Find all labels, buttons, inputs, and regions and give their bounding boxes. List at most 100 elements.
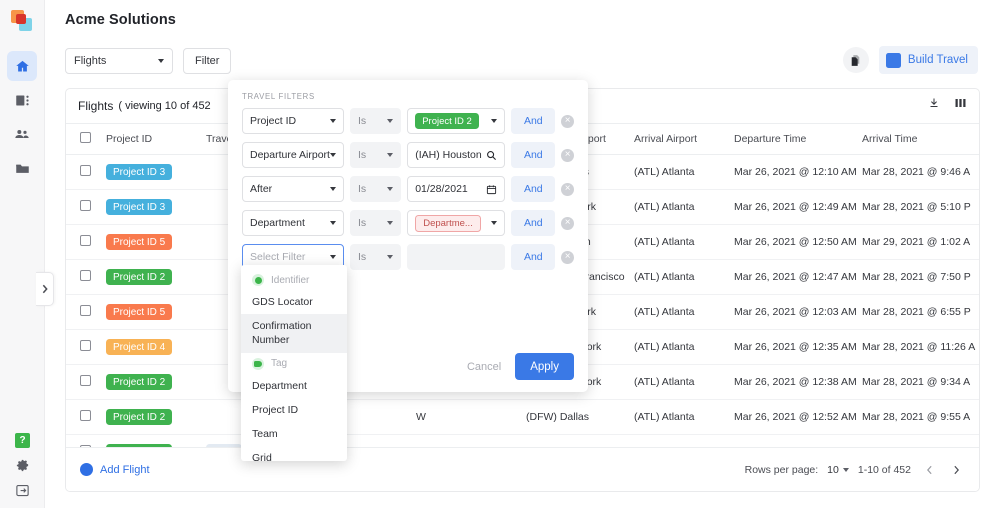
cell-arrival-airport: (ATL) Atlanta xyxy=(634,329,734,365)
filter-conjunction-button[interactable]: And xyxy=(511,176,556,202)
filter-option-item[interactable]: Department xyxy=(241,374,347,398)
row-select-cell xyxy=(66,154,106,190)
chevron-right-icon xyxy=(953,465,959,474)
card-header-actions xyxy=(928,97,967,109)
filter-row: Department Is Departme... And × xyxy=(242,210,574,236)
cell-project-id: Project ID 2 xyxy=(106,399,206,435)
filter-key-value: Select Filter xyxy=(250,251,306,263)
app-root: ? Acme Solutions Flights Filter + Build … xyxy=(0,0,1000,508)
sidebar-item-people[interactable] xyxy=(7,119,37,149)
cell-departure-time: Mar 26, 2021 @ 12:35 AM xyxy=(734,329,862,365)
filter-operator-select[interactable]: Is xyxy=(350,210,402,236)
people-icon xyxy=(15,130,29,138)
filter-option-item[interactable]: Team xyxy=(241,422,347,446)
filter-conjunction-button[interactable]: And xyxy=(511,108,556,134)
column-header-arrival-time[interactable]: Arrival Time xyxy=(862,123,979,155)
logout-icon[interactable] xyxy=(15,483,30,498)
filter-row: Departure Airport Is (IAH) Houston And × xyxy=(242,142,574,168)
remove-circle-icon[interactable]: × xyxy=(561,182,574,196)
sidebar-expand-button[interactable] xyxy=(36,272,54,306)
sidebar-item-home[interactable] xyxy=(7,51,37,81)
next-page-button[interactable] xyxy=(947,461,965,479)
chevron-down-icon xyxy=(387,119,394,123)
filter-value-field[interactable]: Departme... xyxy=(407,210,506,236)
filter-key-select[interactable]: Department xyxy=(242,210,345,236)
apply-button[interactable]: Apply xyxy=(515,353,574,380)
filter-option-item[interactable]: Grid xyxy=(241,446,347,461)
gear-icon[interactable] xyxy=(15,458,30,473)
cell-arrival-time: Mar 28, 2021 @ 11:26 A xyxy=(862,329,979,365)
filter-value-field[interactable] xyxy=(407,244,506,270)
column-header-project-id[interactable]: Project ID xyxy=(106,123,206,155)
chevron-down-icon xyxy=(387,255,394,259)
row-checkbox[interactable] xyxy=(80,200,91,211)
rows-per-page-label: Rows per page: xyxy=(744,463,819,476)
filter-operator-select[interactable]: Is xyxy=(350,142,402,168)
select-all-checkbox[interactable] xyxy=(80,132,91,143)
column-header-arrival-airport[interactable]: Arrival Airport xyxy=(634,123,734,155)
filter-button[interactable]: Filter xyxy=(183,48,232,74)
filter-operator-select[interactable]: Is xyxy=(350,108,402,134)
row-checkbox[interactable] xyxy=(80,340,91,351)
row-checkbox[interactable] xyxy=(80,270,91,281)
cell-project-id: Project ID 2 xyxy=(106,259,206,295)
project-id-badge: Project ID 4 xyxy=(106,339,173,355)
filter-operator-value: Is xyxy=(358,183,367,195)
project-id-badge: Project ID 3 xyxy=(106,199,173,215)
remove-circle-icon[interactable]: × xyxy=(561,216,574,230)
build-travel-button[interactable]: + Build Travel xyxy=(878,46,978,74)
filter-conjunction-button[interactable]: And xyxy=(511,142,556,168)
download-icon[interactable] xyxy=(928,97,940,109)
chevron-down-icon xyxy=(491,119,498,123)
row-checkbox[interactable] xyxy=(80,235,91,246)
row-checkbox[interactable] xyxy=(80,410,91,421)
copy-pages-button[interactable] xyxy=(842,47,869,73)
filter-value-field[interactable]: (IAH) Houston xyxy=(407,142,506,168)
remove-circle-icon[interactable]: × xyxy=(561,148,574,162)
filter-operator-select[interactable]: Is xyxy=(350,176,402,202)
cell-arrival-airport: (ATL) Atlanta xyxy=(634,224,734,260)
rows-per-page-value: 10 xyxy=(827,463,839,476)
pagination-range: 1-10 of 452 xyxy=(857,463,911,476)
row-checkbox[interactable] xyxy=(80,305,91,316)
row-checkbox[interactable] xyxy=(80,375,91,386)
table-row[interactable]: Project ID 2 W (DFW) Dallas (ATL) Atlanta Ma… xyxy=(66,399,979,435)
filter-value-text: (IAH) Houston xyxy=(415,149,482,161)
filter-key-select[interactable]: After xyxy=(242,176,345,202)
project-id-badge: Project ID 2 xyxy=(106,269,173,285)
filter-row: After Is 01/28/2021 And × xyxy=(242,176,574,202)
filter-value-field[interactable]: Project ID 2 xyxy=(407,108,506,134)
columns-icon[interactable] xyxy=(954,97,967,109)
acme-squares-logo-icon[interactable] xyxy=(10,9,34,33)
filter-conjunction-button[interactable]: And xyxy=(511,244,556,270)
row-checkbox[interactable] xyxy=(80,165,91,176)
cell-route: W xyxy=(416,399,526,435)
search-icon xyxy=(487,150,497,160)
column-header-departure-time[interactable]: Departure Time xyxy=(734,123,862,155)
remove-circle-icon[interactable]: × xyxy=(561,250,574,264)
cancel-button[interactable]: Cancel xyxy=(467,361,501,373)
plus-circle-icon: + xyxy=(80,463,93,476)
sidebar-item-dashboard[interactable] xyxy=(7,85,37,115)
help-badge-icon[interactable]: ? xyxy=(15,433,30,448)
filter-conjunction-button[interactable]: And xyxy=(511,210,556,236)
filter-value-field[interactable]: 01/28/2021 xyxy=(407,176,506,202)
remove-circle-icon[interactable]: × xyxy=(561,114,574,128)
cell-arrival-time: Mar 29, 2021 @ 1:02 A xyxy=(862,224,979,260)
chevron-down-icon xyxy=(387,153,394,157)
filter-key-select[interactable]: Project ID xyxy=(242,108,345,134)
entity-select[interactable]: Flights xyxy=(65,48,173,74)
row-select-cell xyxy=(66,399,106,435)
filter-option-group-header: Tag xyxy=(241,353,347,374)
cell-arrival-time: Mar 28, 2021 @ 7:50 P xyxy=(862,259,979,295)
filter-option-item[interactable]: Project ID xyxy=(241,398,347,422)
prev-page-button[interactable] xyxy=(920,461,938,479)
filter-option-item[interactable]: Confirmation Number xyxy=(241,314,347,353)
sidebar-item-folder[interactable] xyxy=(7,153,37,183)
cell-departure-time: Mar 26, 2021 @ 12:50 AM xyxy=(734,224,862,260)
filter-option-item[interactable]: GDS Locator xyxy=(241,290,347,314)
filter-operator-select[interactable]: Is xyxy=(350,244,402,270)
add-flight-button[interactable]: + Add Flight xyxy=(80,463,150,476)
rows-per-page-select[interactable]: 10 xyxy=(827,464,849,476)
filter-key-select[interactable]: Departure Airport xyxy=(242,142,345,168)
